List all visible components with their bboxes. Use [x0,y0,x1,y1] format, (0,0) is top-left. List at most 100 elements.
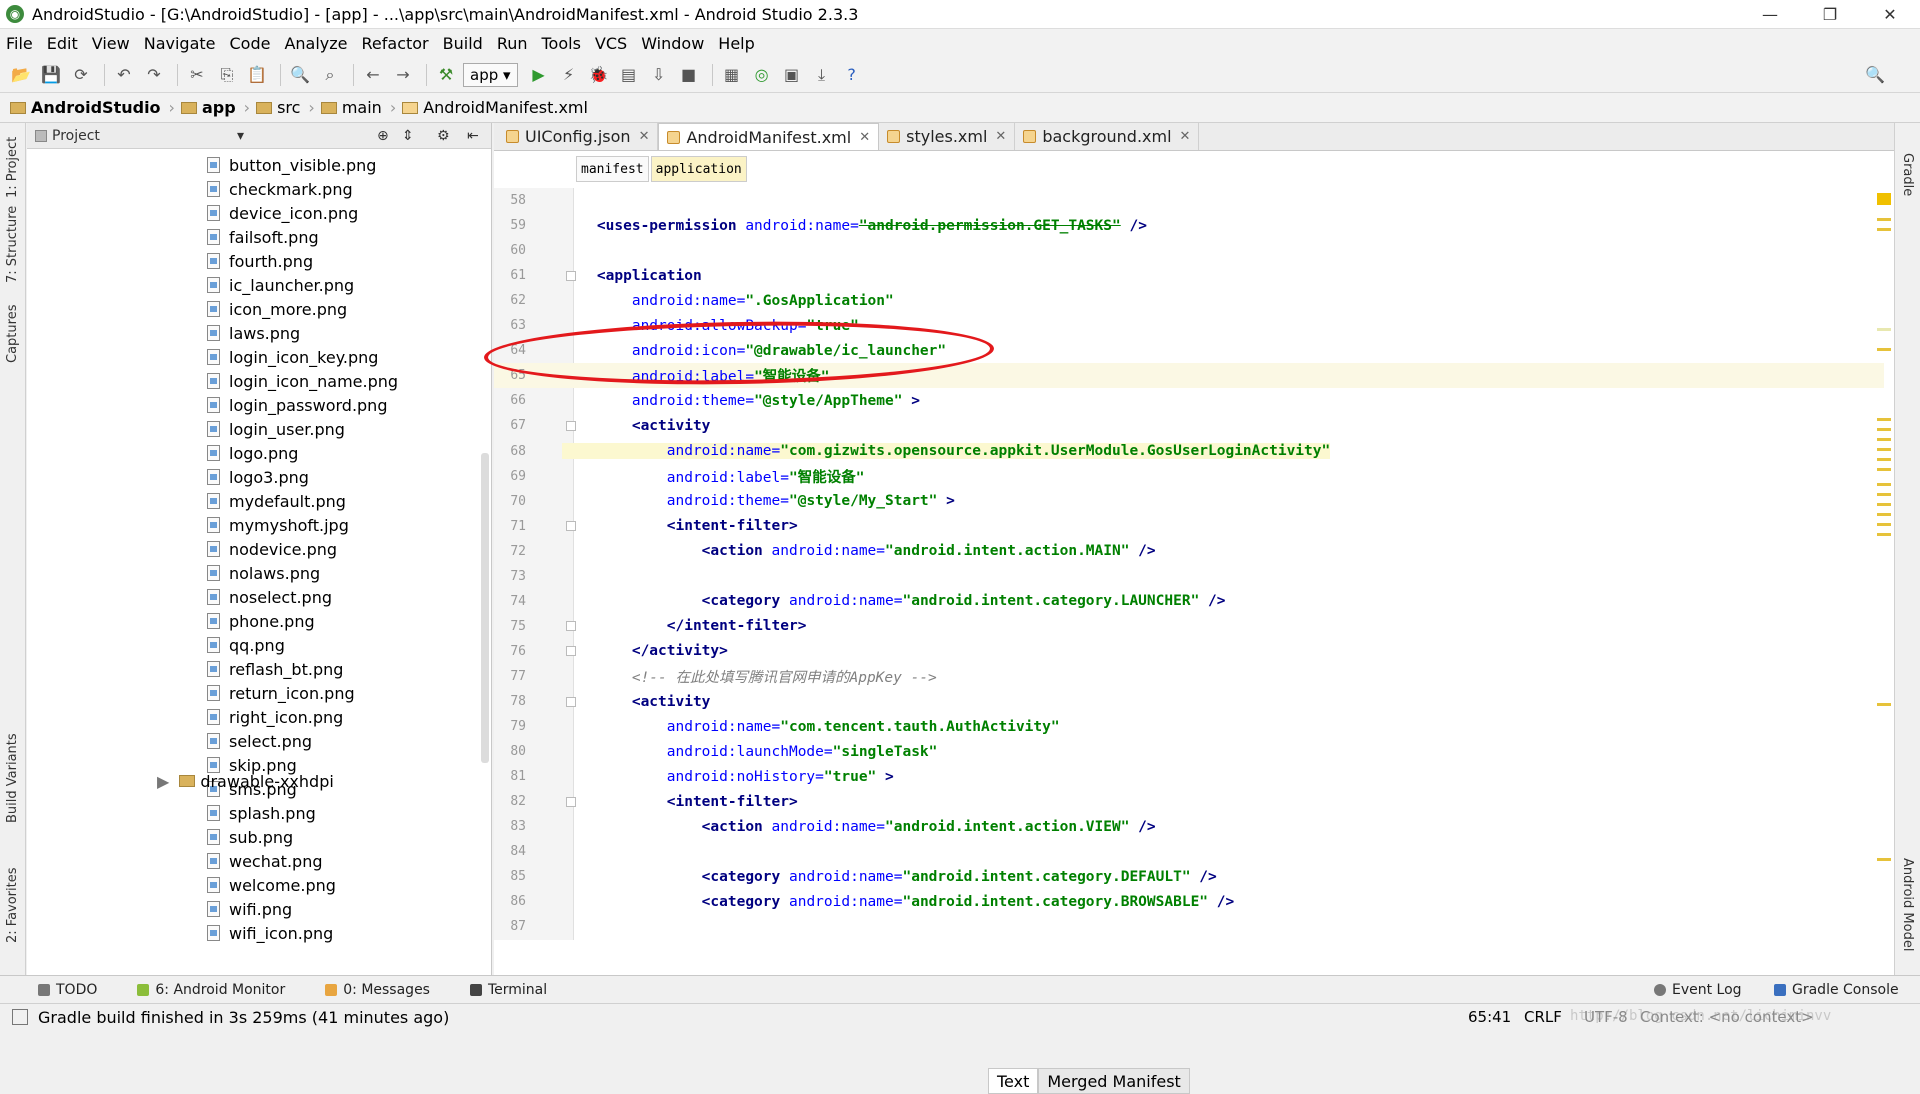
close-button[interactable]: ✕ [1860,0,1920,29]
locate-icon[interactable]: ⊕ [377,128,389,144]
menu-build[interactable]: Build [443,34,483,53]
help-icon[interactable]: ? [839,62,865,88]
make-project-icon[interactable]: ⚒ [433,62,459,88]
tool-build-variants[interactable]: Build Variants [5,733,20,823]
tree-file-item[interactable]: right_icon.png [27,705,492,729]
close-tab-icon[interactable]: ✕ [859,130,870,145]
tree-file-item[interactable]: laws.png [27,321,492,345]
code-line[interactable]: 80 android:launchMode="singleTask" [494,739,1884,764]
tree-file-item[interactable]: mydefault.png [27,489,492,513]
tree-file-item[interactable]: login_user.png [27,417,492,441]
menu-view[interactable]: View [92,34,130,53]
code-line[interactable]: 83 <action android:name="android.intent.… [494,814,1884,839]
code-line[interactable]: 76 </activity> [494,639,1884,664]
cut-icon[interactable]: ✂ [184,62,210,88]
project-scrollbar[interactable] [481,453,489,763]
code-line[interactable]: 68 android:name="com.gizwits.opensource.… [494,439,1884,464]
redo-icon[interactable]: ↷ [141,62,167,88]
tab-androidmanifest-xml[interactable]: AndroidManifest.xml ✕ [658,123,880,150]
close-tab-icon[interactable]: ✕ [995,129,1006,144]
caret-position[interactable]: 65:41 [1468,1008,1511,1026]
menu-code[interactable]: Code [230,34,271,53]
undo-icon[interactable]: ↶ [111,62,137,88]
tree-file-item[interactable]: login_icon_name.png [27,369,492,393]
toggle-tool-windows-icon[interactable] [12,1009,28,1025]
menu-window[interactable]: Window [641,34,704,53]
menu-navigate[interactable]: Navigate [144,34,216,53]
back-icon[interactable]: ← [360,62,386,88]
find-icon[interactable]: 🔍 [287,62,313,88]
tree-file-item[interactable]: wifi_icon.png [27,921,492,945]
menu-refactor[interactable]: Refactor [362,34,429,53]
line-separator[interactable]: CRLF [1524,1008,1562,1026]
nav-app[interactable]: app [180,98,236,117]
tree-file-item[interactable]: wechat.png [27,849,492,873]
tree-file-item[interactable]: wifi.png [27,897,492,921]
code-line[interactable]: 64 android:icon="@drawable/ic_launcher" [494,338,1884,363]
code-line[interactable]: 77 <!-- 在此处填写腾讯官网申请的AppKey --> [494,664,1884,689]
profile-icon[interactable]: ▤ [616,62,642,88]
close-tab-icon[interactable]: ✕ [639,129,650,144]
sync-icon[interactable]: ⟳ [68,62,94,88]
debug-icon[interactable]: 🐞 [586,62,612,88]
gradle-console-tool[interactable]: Gradle Console [1774,982,1899,998]
code-line[interactable]: 86 <category android:name="android.inten… [494,889,1884,914]
tree-file-item[interactable]: checkmark.png [27,177,492,201]
instant-run-icon[interactable]: ⚡ [556,62,582,88]
tree-folder-drawable-xxhdpi[interactable]: ▶ drawable-xxhdpi [27,769,334,793]
settings-gear-icon[interactable]: ⚙ [437,128,450,144]
tree-file-item[interactable]: mymyshoft.jpg [27,513,492,537]
crumb-manifest[interactable]: manifest [576,156,649,182]
tree-file-item[interactable]: phone.png [27,609,492,633]
tree-file-item[interactable]: return_icon.png [27,681,492,705]
event-log-tool[interactable]: Event Log [1654,982,1742,998]
code-line[interactable]: 87 [494,914,1884,939]
tree-file-item[interactable]: qq.png [27,633,492,657]
tool-project[interactable]: 1: Project [5,137,20,198]
code-line[interactable]: 84 [494,839,1884,864]
code-line[interactable]: 63 android:allowBackup="true" [494,313,1884,338]
tree-file-item[interactable]: reflash_bt.png [27,657,492,681]
project-view-select[interactable]: Project [52,128,100,144]
crumb-application[interactable]: application [650,156,747,182]
code-line[interactable]: 75 </intent-filter> [494,614,1884,639]
run-config-select[interactable]: app ▾ [463,62,518,87]
tab-background-xml[interactable]: background.xml ✕ [1015,123,1200,150]
todo-tool[interactable]: TODO [38,982,97,998]
code-line[interactable]: 60 [494,238,1884,263]
code-line[interactable]: 85 <category android:name="android.inten… [494,864,1884,889]
menu-file[interactable]: File [6,34,33,53]
tree-file-item[interactable]: button_visible.png [27,153,492,177]
tool-favorites[interactable]: 2: Favorites [5,867,20,943]
code-line[interactable]: 71 <intent-filter> [494,514,1884,539]
code-line[interactable]: 78 <activity [494,689,1884,714]
sync-gradle-icon[interactable]: ◎ [749,62,775,88]
attach-debugger-icon[interactable]: ⇩ [646,62,672,88]
tool-gradle[interactable]: Gradle [1900,153,1915,196]
tree-file-item[interactable]: failsoft.png [27,225,492,249]
save-icon[interactable]: 💾 [38,62,64,88]
tool-structure[interactable]: 7: Structure [5,206,20,283]
code-line[interactable]: 81 android:noHistory="true" > [494,764,1884,789]
messages-tool[interactable]: 0: Messages [325,982,430,998]
project-structure-icon[interactable]: ▣ [779,62,805,88]
nav-manifest-file[interactable]: AndroidManifest.xml [402,98,588,117]
tree-file-item[interactable]: login_icon_key.png [27,345,492,369]
code-line[interactable]: 69 android:label="智能设备" [494,464,1884,489]
sdk-manager-icon[interactable]: ⤓ [809,62,835,88]
error-stripe[interactable] [1876,123,1892,943]
code-line[interactable]: 79 android:name="com.tencent.tauth.AuthA… [494,714,1884,739]
collapse-icon[interactable]: ⇕ [402,128,414,144]
tree-file-item[interactable]: icon_more.png [27,297,492,321]
code-line[interactable]: 62 android:name=".GosApplication" [494,288,1884,313]
tab-uiconfig-json[interactable]: UIConfig.json ✕ [498,123,659,150]
run-icon[interactable]: ▶ [526,62,552,88]
tree-file-item[interactable]: welcome.png [27,873,492,897]
code-line[interactable]: 70 android:theme="@style/My_Start" > [494,489,1884,514]
code-line[interactable]: 72 <action android:name="android.intent.… [494,539,1884,564]
tab-text[interactable]: Text [988,1068,1039,1094]
stop-icon[interactable]: ■ [676,62,702,88]
tree-file-item[interactable]: sub.png [27,825,492,849]
replace-icon[interactable]: ⌕ [317,62,343,88]
hide-panel-icon[interactable]: ⇤ [467,128,479,144]
